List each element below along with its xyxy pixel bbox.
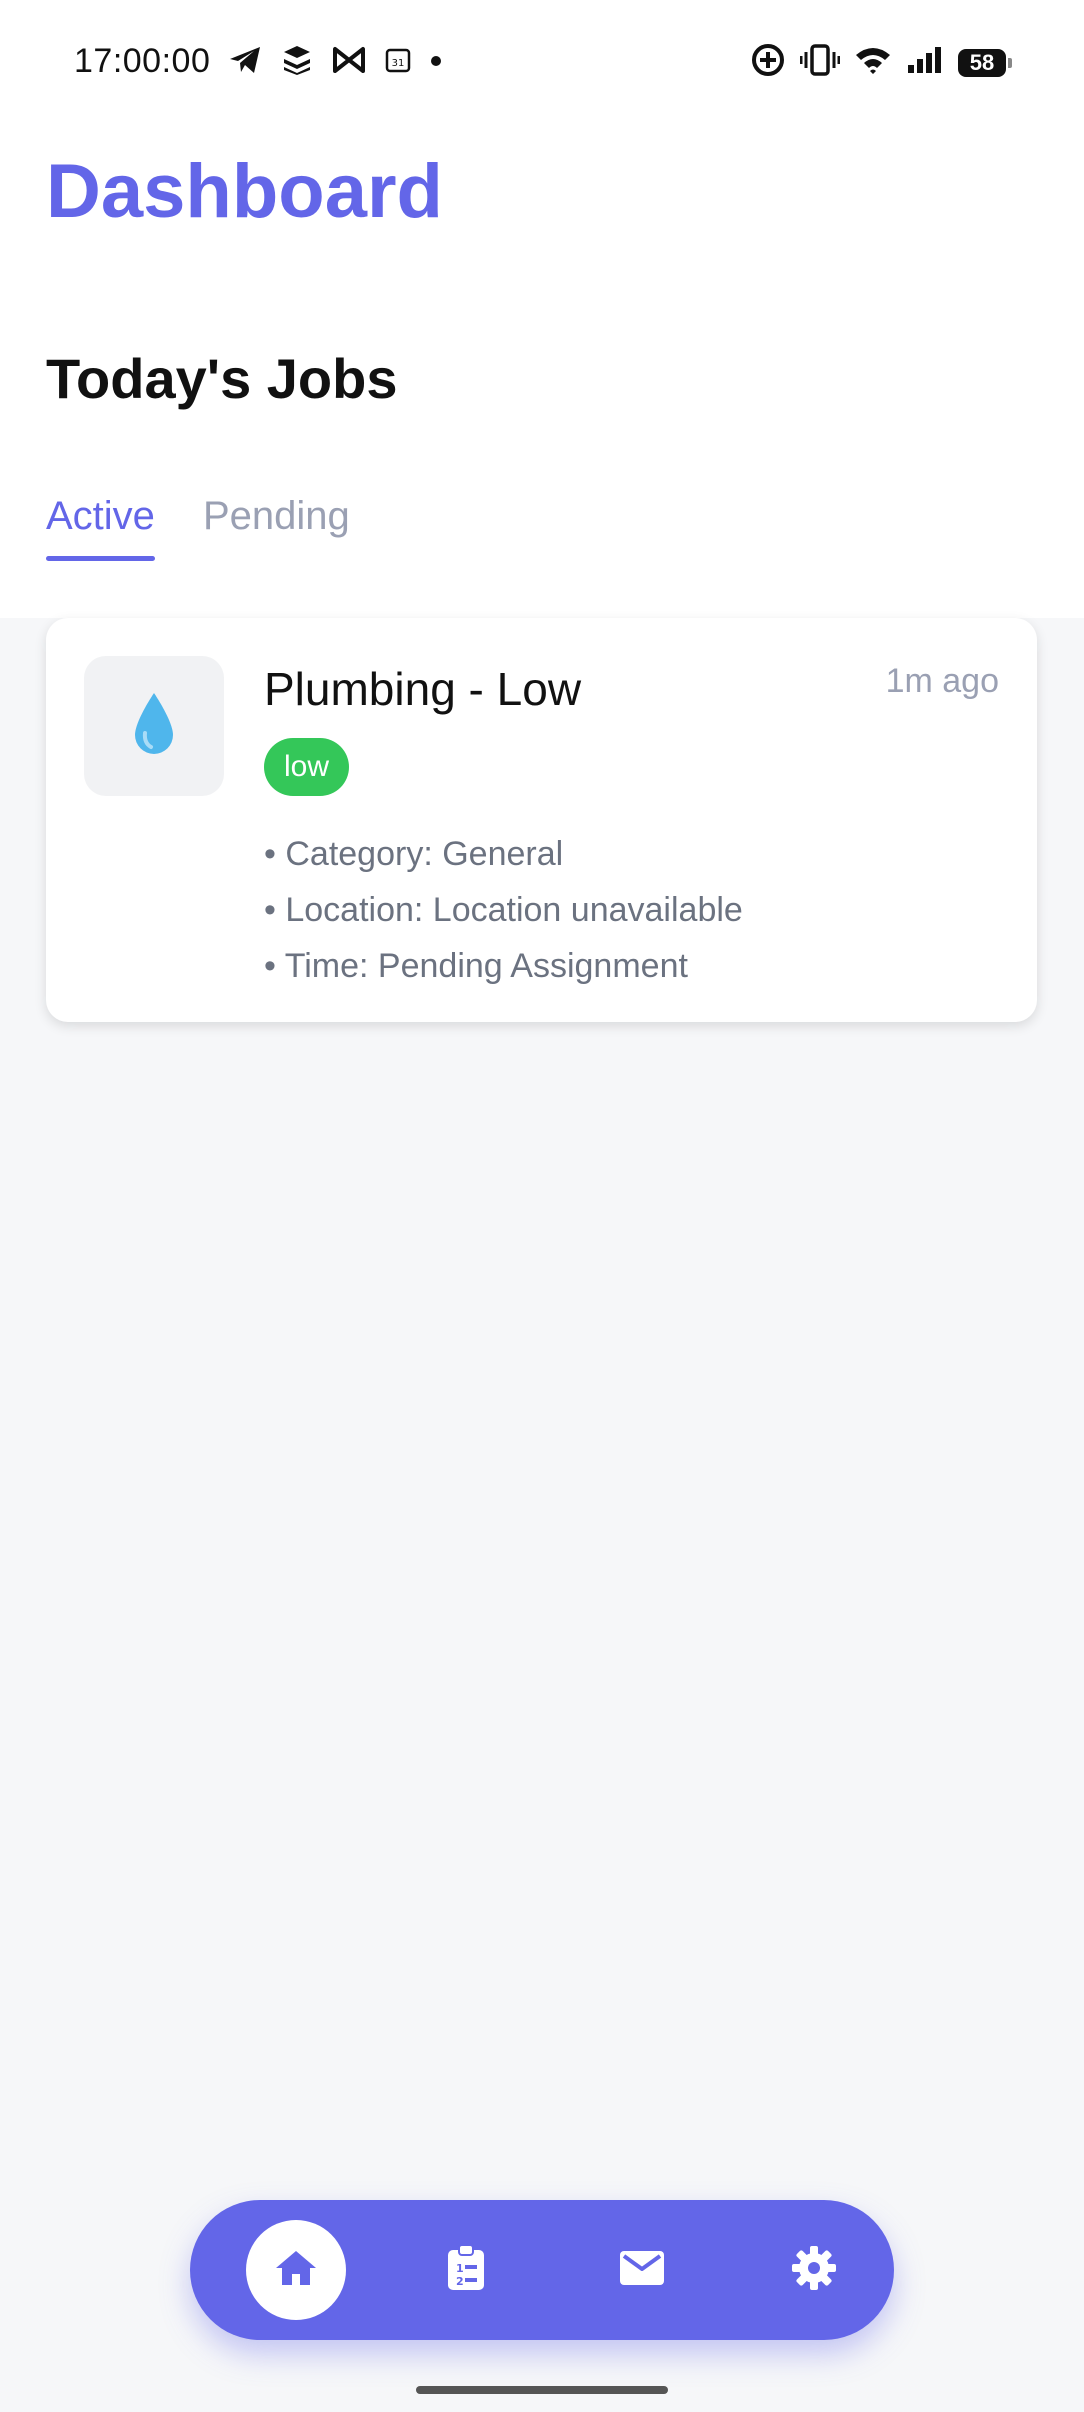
vibrate-icon — [799, 43, 841, 82]
svg-text:1: 1 — [456, 2262, 464, 2275]
svg-text:31: 31 — [392, 58, 405, 69]
home-indicator — [416, 2386, 668, 2394]
svg-text:2: 2 — [456, 2275, 464, 2288]
status-time: 17:00:00 — [74, 42, 211, 80]
page-title: Dashboard — [46, 149, 443, 234]
tab-pending[interactable]: Pending — [203, 494, 350, 561]
stack-app-icon — [280, 44, 314, 81]
bottom-nav: 1 2 — [190, 2200, 894, 2340]
job-detail-location: Location: Location unavailable — [264, 882, 742, 938]
job-card[interactable]: Plumbing - Low 1m ago low Category: Gene… — [46, 618, 1037, 1022]
notification-dot-icon — [430, 54, 442, 72]
home-icon — [274, 2248, 318, 2293]
job-tabs: Active Pending — [46, 494, 350, 561]
tab-active[interactable]: Active — [46, 494, 155, 561]
job-details-list: Category: General Location: Location una… — [264, 826, 743, 994]
status-bar: 17:00:00 31 58 — [0, 0, 1084, 120]
priority-badge: low — [264, 738, 350, 796]
job-title: Plumbing - Low — [264, 663, 582, 715]
section-title: Today's Jobs — [46, 347, 398, 410]
signal-icon — [906, 45, 944, 80]
job-icon-container — [84, 656, 224, 796]
data-saver-icon — [750, 42, 786, 83]
battery-icon: 58 — [958, 48, 1012, 77]
job-detail-category: Category: General — [264, 826, 743, 882]
mail-icon — [619, 2250, 665, 2291]
calendar-icon: 31 — [384, 46, 412, 79]
nav-settings-button[interactable] — [764, 2220, 864, 2320]
gear-icon — [791, 2245, 837, 2296]
wifi-icon — [854, 45, 892, 80]
job-detail-time: Time: Pending Assignment — [264, 938, 743, 994]
nav-messages-button[interactable] — [592, 2220, 692, 2320]
nav-home-button[interactable] — [246, 2220, 346, 2320]
job-time-ago: 1m ago — [885, 662, 999, 700]
bowtie-app-icon — [332, 45, 366, 80]
clipboard-list-icon: 1 2 — [445, 2243, 487, 2297]
status-system-icons: 58 — [750, 42, 1012, 83]
nav-jobs-button[interactable]: 1 2 — [416, 2220, 516, 2320]
status-notification-icons: 31 — [228, 44, 442, 81]
telegram-icon — [228, 45, 262, 80]
water-drop-icon — [131, 691, 177, 762]
